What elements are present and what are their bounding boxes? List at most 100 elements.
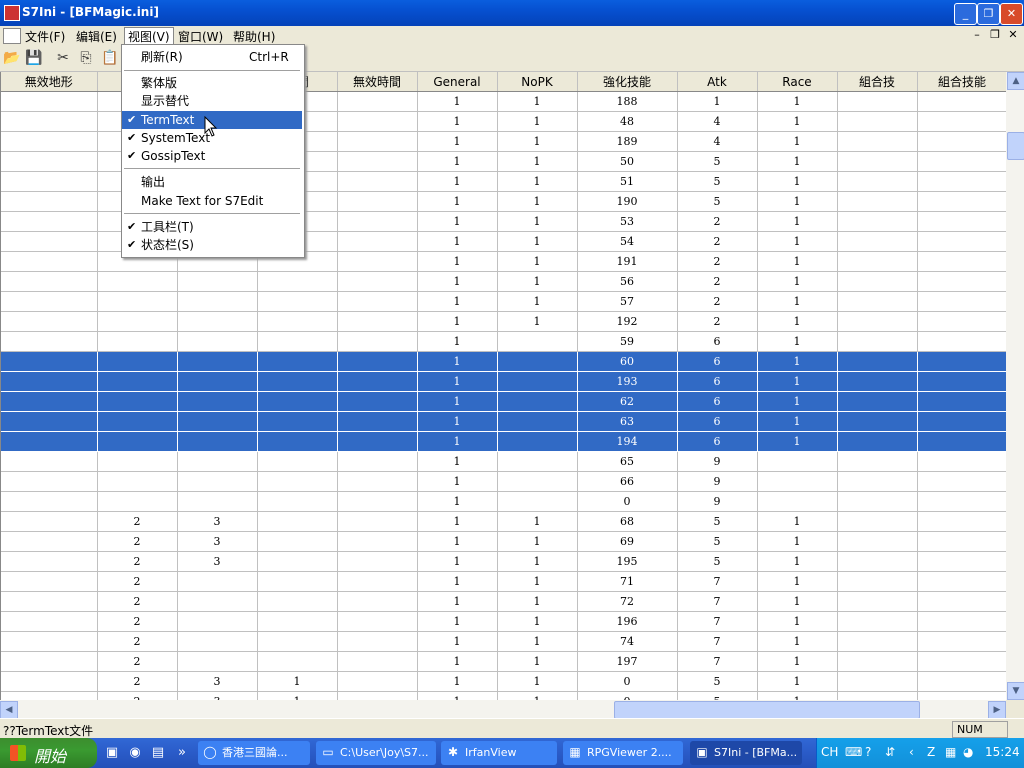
- table-cell[interactable]: 1: [757, 511, 838, 532]
- table-cell[interactable]: [1, 451, 98, 472]
- table-cell[interactable]: [337, 511, 418, 532]
- table-cell[interactable]: [337, 111, 418, 132]
- vertical-scrollbar[interactable]: ▲ ▼: [1006, 72, 1024, 700]
- table-cell[interactable]: 54: [577, 231, 678, 252]
- table-cell[interactable]: 1: [757, 191, 838, 212]
- table-cell[interactable]: 1: [417, 131, 498, 152]
- table-cell[interactable]: [97, 491, 178, 512]
- table-cell[interactable]: [917, 191, 1007, 212]
- table-cell[interactable]: 5: [677, 531, 758, 552]
- table-row[interactable]: 2 3 1 1 68 5 1: [1, 511, 1007, 532]
- document-icon[interactable]: [3, 28, 21, 44]
- table-cell[interactable]: [917, 691, 1007, 700]
- table-cell[interactable]: [337, 91, 418, 112]
- quicklaunch-expand-icon[interactable]: »: [174, 745, 190, 761]
- table-row[interactable]: 1 1 56 2 1: [1, 271, 1007, 292]
- table-cell[interactable]: [837, 251, 918, 272]
- table-cell[interactable]: 9: [677, 451, 758, 472]
- table-cell[interactable]: [917, 471, 1007, 492]
- table-cell[interactable]: [1, 251, 98, 272]
- restore-button[interactable]: ❐: [977, 3, 1000, 25]
- table-cell[interactable]: 1: [757, 631, 838, 652]
- table-cell[interactable]: [917, 631, 1007, 652]
- table-cell[interactable]: [917, 171, 1007, 192]
- column-header[interactable]: 無效時間: [337, 72, 418, 92]
- table-cell[interactable]: [837, 451, 918, 472]
- table-cell[interactable]: 53: [577, 211, 678, 232]
- table-cell[interactable]: 0: [577, 691, 678, 700]
- table-cell[interactable]: 1: [497, 291, 578, 312]
- table-cell[interactable]: 69: [577, 531, 678, 552]
- table-cell[interactable]: 1: [757, 611, 838, 632]
- table-cell[interactable]: [337, 651, 418, 672]
- table-cell[interactable]: 1: [757, 671, 838, 692]
- table-cell[interactable]: 3: [177, 551, 258, 572]
- table-cell[interactable]: [837, 151, 918, 172]
- table-cell[interactable]: 1: [497, 511, 578, 532]
- table-cell[interactable]: 1: [497, 631, 578, 652]
- column-header[interactable]: NoPK: [497, 72, 578, 92]
- table-cell[interactable]: 197: [577, 651, 678, 672]
- table-cell[interactable]: 1: [497, 191, 578, 212]
- table-cell[interactable]: 1: [497, 131, 578, 152]
- table-row[interactable]: 1 1 57 2 1: [1, 291, 1007, 312]
- table-cell[interactable]: [177, 491, 258, 512]
- table-cell[interactable]: [177, 451, 258, 472]
- column-header[interactable]: Race: [757, 72, 838, 92]
- table-cell[interactable]: [257, 591, 338, 612]
- table-cell[interactable]: 1: [757, 211, 838, 232]
- table-cell[interactable]: 1: [417, 591, 498, 612]
- table-cell[interactable]: [337, 671, 418, 692]
- table-cell[interactable]: 5: [677, 191, 758, 212]
- table-cell[interactable]: [97, 431, 178, 452]
- table-cell[interactable]: [837, 691, 918, 700]
- menu-item-make-text[interactable]: Make Text for S7Edit: [122, 192, 302, 210]
- table-cell[interactable]: [337, 191, 418, 212]
- table-cell[interactable]: 1: [417, 371, 498, 392]
- table-row[interactable]: 1 1 192 2 1: [1, 311, 1007, 332]
- table-cell[interactable]: [177, 351, 258, 372]
- table-cell[interactable]: [1, 411, 98, 432]
- table-cell[interactable]: [337, 251, 418, 272]
- table-cell[interactable]: [497, 471, 578, 492]
- table-cell[interactable]: 68: [577, 511, 678, 532]
- table-cell[interactable]: 1: [417, 171, 498, 192]
- table-cell[interactable]: [1, 171, 98, 192]
- table-cell[interactable]: 1: [757, 311, 838, 332]
- table-cell[interactable]: [837, 471, 918, 492]
- table-cell[interactable]: 1: [757, 591, 838, 612]
- table-cell[interactable]: [917, 511, 1007, 532]
- table-cell[interactable]: 2: [97, 671, 178, 692]
- table-cell[interactable]: 1: [757, 431, 838, 452]
- table-cell[interactable]: [497, 411, 578, 432]
- table-cell[interactable]: [917, 351, 1007, 372]
- table-cell[interactable]: [917, 311, 1007, 332]
- table-cell[interactable]: 1: [497, 231, 578, 252]
- save-icon[interactable]: 💾: [25, 50, 42, 66]
- show-desktop-icon[interactable]: ▣: [104, 745, 120, 761]
- menu-item-statusbar[interactable]: ✔ 状态栏(S): [122, 236, 302, 254]
- table-cell[interactable]: [337, 691, 418, 700]
- table-cell[interactable]: 1: [757, 571, 838, 592]
- table-cell[interactable]: [337, 611, 418, 632]
- table-cell[interactable]: [917, 371, 1007, 392]
- table-cell[interactable]: [177, 311, 258, 332]
- table-cell[interactable]: 1: [497, 211, 578, 232]
- table-cell[interactable]: [97, 451, 178, 472]
- table-cell[interactable]: [337, 451, 418, 472]
- table-cell[interactable]: 189: [577, 131, 678, 152]
- table-cell[interactable]: 3: [177, 511, 258, 532]
- keyboard-icon[interactable]: ⌨: [845, 745, 862, 759]
- language-indicator[interactable]: CH: [821, 745, 838, 759]
- table-cell[interactable]: 2: [677, 231, 758, 252]
- firefox-icon[interactable]: ◉: [127, 745, 143, 761]
- taskbar-button[interactable]: ▭ C:\User\Joy\S7...: [316, 741, 436, 765]
- table-cell[interactable]: [1, 351, 98, 372]
- table-cell[interactable]: [97, 291, 178, 312]
- table-cell[interactable]: [1, 431, 98, 452]
- table-cell[interactable]: 1: [417, 271, 498, 292]
- table-cell[interactable]: [497, 491, 578, 512]
- table-cell[interactable]: [497, 451, 578, 472]
- menu-view[interactable]: 视图(V): [124, 27, 174, 45]
- child-minimize-button[interactable]: –: [970, 28, 984, 42]
